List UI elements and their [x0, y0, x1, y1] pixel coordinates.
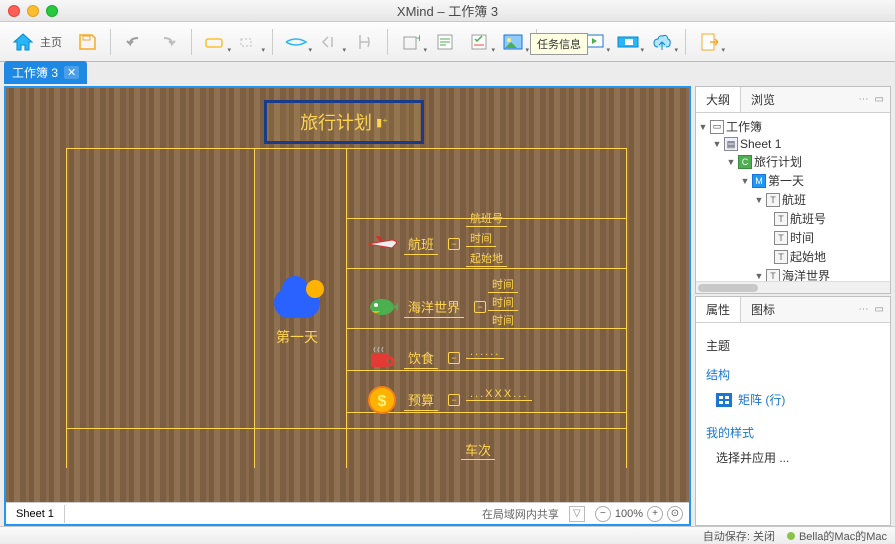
matrix-icon — [716, 393, 732, 407]
save-button[interactable] — [72, 28, 102, 56]
tree-root: ▼C旅行计划 — [698, 152, 888, 171]
sheet-bar: Sheet 1 在局域网内共享 ▽ − 100% + ⊙ — [6, 502, 689, 524]
home-label: 主页 — [40, 34, 62, 50]
toolbar: 主页 ▾ ▾ ▾ ▾ +▾ ▾ ▾ ▾ ▾ ▾ ▾ — [0, 22, 895, 62]
redo-button[interactable] — [153, 28, 183, 56]
tooltip: 任务信息 — [530, 33, 588, 55]
ocean-sub-1[interactable]: 时间 — [488, 294, 518, 311]
titlebar: XMind – 工作簿 3 — [0, 0, 895, 22]
share-status: 在局域网内共享 — [482, 506, 565, 522]
file-tab-label: 工作簿 3 — [12, 64, 58, 81]
window-title: XMind – 工作簿 3 — [0, 1, 895, 20]
sun-icon — [306, 280, 324, 298]
tab-outline[interactable]: 大纲 — [696, 87, 741, 112]
matrix-option[interactable]: 矩阵 (行) — [706, 387, 880, 412]
canvas-area: 旅行计划 ▮⁺ 第一天 航班 − 航班号 时间 起始地 海洋世界 − — [4, 86, 691, 526]
fish-icon — [366, 293, 398, 321]
status-bar: 自动保存: 关闭 Bella的Mac的Mac — [0, 526, 895, 544]
svg-text:$: $ — [378, 393, 387, 410]
online-dot-icon — [787, 532, 795, 540]
topic-heading: 主题 — [706, 337, 880, 354]
topic-button[interactable]: ▾ — [200, 28, 230, 56]
tree-workbook: ▼▭工作簿 — [698, 117, 888, 136]
zoom-level: 100% — [615, 508, 643, 520]
file-tabs: 工作簿 3 ✕ — [0, 62, 895, 84]
structure-row: 结构 — [706, 362, 880, 387]
collapse-icon[interactable]: − — [448, 352, 460, 364]
tree-day: ▼M第一天 — [698, 171, 888, 190]
file-tab[interactable]: 工作簿 3 ✕ — [4, 61, 87, 84]
ocean-label: 海洋世界 — [404, 296, 464, 318]
flight-sub-1[interactable]: 时间 — [466, 230, 496, 247]
notes-button[interactable] — [430, 28, 460, 56]
sheet-tab[interactable]: Sheet 1 — [6, 505, 65, 523]
tab-icons[interactable]: 图标 — [741, 297, 785, 322]
image-button[interactable]: ▾ — [498, 28, 528, 56]
food-sub-0[interactable]: ...... — [466, 346, 504, 359]
user-status: Bella的Mac的Mac — [787, 528, 887, 544]
ocean-sub-2[interactable]: 时间 — [488, 312, 518, 329]
coin-icon: $ — [366, 386, 398, 414]
props-panel: 属性 图标 ⋯ ▭ 主题 结构 矩阵 (行) 我的样式 选择并应用 ... — [695, 296, 891, 526]
zoom-out-button[interactable]: − — [595, 506, 611, 522]
flight-sub-2[interactable]: 起始地 — [466, 250, 507, 267]
autosave-status: 自动保存: 关闭 — [703, 528, 775, 544]
ocean-sub-0[interactable]: 时间 — [488, 276, 518, 293]
mystyle-row: 我的样式 — [706, 420, 880, 445]
svg-text:+: + — [416, 33, 420, 45]
airplane-icon — [366, 230, 398, 258]
tab-browse[interactable]: 浏览 — [741, 87, 785, 112]
day-label: 第一天 — [274, 327, 320, 347]
fit-button[interactable]: ⊙ — [667, 506, 683, 522]
cup-icon — [366, 344, 398, 372]
filter-icon[interactable]: ▽ — [569, 506, 585, 522]
tree-origin: T起始地 — [698, 247, 888, 266]
tree-flightno: T航班号 — [698, 209, 888, 228]
boundary-button[interactable]: ▾ — [315, 28, 345, 56]
home-button[interactable] — [8, 28, 38, 56]
outline-scrollbar[interactable] — [696, 281, 890, 293]
day-topic[interactable]: 第一天 — [274, 288, 320, 347]
ocean-topic[interactable]: 海洋世界 − — [366, 293, 486, 321]
flight-sub-0[interactable]: 航班号 — [466, 210, 507, 227]
root-label: 旅行计划 — [300, 109, 372, 135]
export-button[interactable]: ▾ — [694, 28, 724, 56]
mindmap-canvas[interactable]: 旅行计划 ▮⁺ 第一天 航班 − 航班号 时间 起始地 海洋世界 − — [6, 88, 689, 502]
budget-label: 预算 — [404, 389, 438, 411]
outline-tree[interactable]: ▼▭工作簿 ▼▤Sheet 1 ▼C旅行计划 ▼M第一天 ▼T航班 T航班号 T… — [696, 113, 890, 281]
tree-sheet: ▼▤Sheet 1 — [698, 136, 888, 152]
flight-label: 航班 — [404, 233, 438, 255]
undo-button[interactable] — [119, 28, 149, 56]
subtopic-button[interactable]: ▾ — [234, 28, 264, 56]
collapse-icon[interactable]: − — [474, 301, 486, 313]
food-label: 饮食 — [404, 347, 438, 369]
drill-down-button[interactable]: ▾ — [613, 28, 643, 56]
close-tab-icon[interactable]: ✕ — [64, 66, 79, 79]
root-topic[interactable]: 旅行计划 ▮⁺ — [264, 100, 424, 144]
panel-menu-icon[interactable]: ⋯ — [859, 304, 869, 315]
budget-sub-0[interactable]: ...XXX... — [466, 388, 532, 401]
zoom-in-button[interactable]: + — [647, 506, 663, 522]
share-button[interactable]: ▾ — [647, 28, 677, 56]
panel-min-icon[interactable]: ▭ — [875, 94, 884, 105]
tab-props[interactable]: 属性 — [696, 297, 741, 322]
tree-time: T时间 — [698, 228, 888, 247]
relationship-button[interactable]: ▾ — [281, 28, 311, 56]
tree-ocean: ▼T海洋世界 — [698, 266, 888, 281]
summary-button[interactable] — [349, 28, 379, 56]
train-label[interactable]: 车次 — [461, 440, 495, 460]
task-info-button[interactable]: ▾ — [464, 28, 494, 56]
food-topic[interactable]: 饮食 − — [366, 344, 460, 372]
budget-topic[interactable]: $ 预算 − — [366, 386, 460, 414]
flight-topic[interactable]: 航班 − — [366, 230, 460, 258]
panel-menu-icon[interactable]: ⋯ — [859, 94, 869, 105]
collapse-icon[interactable]: − — [448, 394, 460, 406]
panel-min-icon[interactable]: ▭ — [875, 304, 884, 315]
insert-button[interactable]: +▾ — [396, 28, 426, 56]
apply-style[interactable]: 选择并应用 ... — [706, 445, 880, 470]
collapse-icon[interactable]: − — [448, 238, 460, 250]
outline-panel: 大纲 浏览 ⋯ ▭ ▼▭工作簿 ▼▤Sheet 1 ▼C旅行计划 ▼M第一天 ▼T… — [695, 86, 891, 294]
tree-flight: ▼T航班 — [698, 190, 888, 209]
